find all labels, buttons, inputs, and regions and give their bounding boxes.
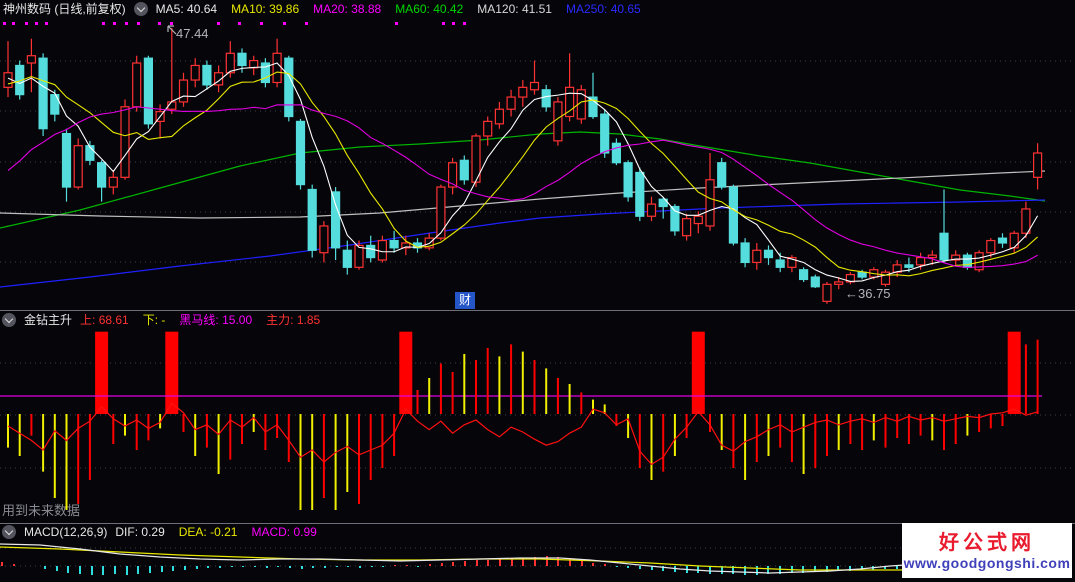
chevron-down-icon[interactable]: [2, 313, 16, 327]
signal-dots: [3, 22, 466, 25]
chevron-down-icon[interactable]: [133, 2, 148, 16]
ma5-readout: MA5: 40.64: [155, 2, 218, 16]
ma120-readout: MA120: 41.51: [477, 2, 552, 16]
logo-url: www.goodgongshi.com: [903, 555, 1071, 571]
main-header: 神州数码 (日线,前复权) MA5: 40.64 MA10: 39.86 MA2…: [3, 1, 655, 17]
chart-canvas[interactable]: [0, 0, 1075, 582]
jzzs-indicator-graphics: [0, 331, 1075, 510]
ma-long-lines: [0, 131, 1046, 288]
high-price-annotation: 47.44: [176, 26, 209, 41]
trading-app-window: 神州数码 (日线,前复权) MA5: 40.64 MA10: 39.86 MA2…: [0, 0, 1075, 582]
macd-title: MACD(12,26,9): [24, 525, 108, 539]
ma250-readout: MA250: 40.65: [565, 2, 641, 16]
goodgongshi-logo: 好公式网 www.goodgongshi.com: [902, 523, 1072, 578]
dea-readout: DEA: -0.21: [178, 525, 238, 539]
shang-readout: 上: 68.61: [80, 313, 129, 327]
heimaxian-readout: 黑马线: 15.00: [179, 313, 253, 327]
jzzs-title: 金钻主升: [24, 313, 73, 327]
ma20-readout: MA20: 38.88: [313, 2, 382, 16]
low-price-annotation: ←36.75: [845, 286, 891, 301]
chevron-down-icon[interactable]: [2, 525, 16, 539]
ma10-readout: MA10: 39.86: [231, 2, 300, 16]
ime-cai-overlay[interactable]: 财: [455, 292, 475, 309]
panel-divider[interactable]: [0, 310, 1075, 311]
dif-readout: DIF: 0.29: [115, 525, 165, 539]
macd-readout: MACD: 0.99: [251, 525, 317, 539]
ma60-readout: MA60: 40.42: [395, 2, 464, 16]
macd-header: MACD(12,26,9) DIF: 0.29 DEA: -0.21 MACD:…: [2, 524, 331, 540]
zhuli-readout: 主力: 1.85: [266, 313, 321, 327]
symbol-title: 神州数码 (日线,前复权): [3, 2, 126, 16]
main-panel-gridlines: [0, 60, 1075, 263]
jzzs-header: 金钻主升 上: 68.61 下: - 黑马线: 15.00 主力: 1.85: [2, 312, 334, 328]
logo-title: 好公式网: [939, 532, 1035, 554]
xia-readout: 下: -: [142, 313, 166, 327]
